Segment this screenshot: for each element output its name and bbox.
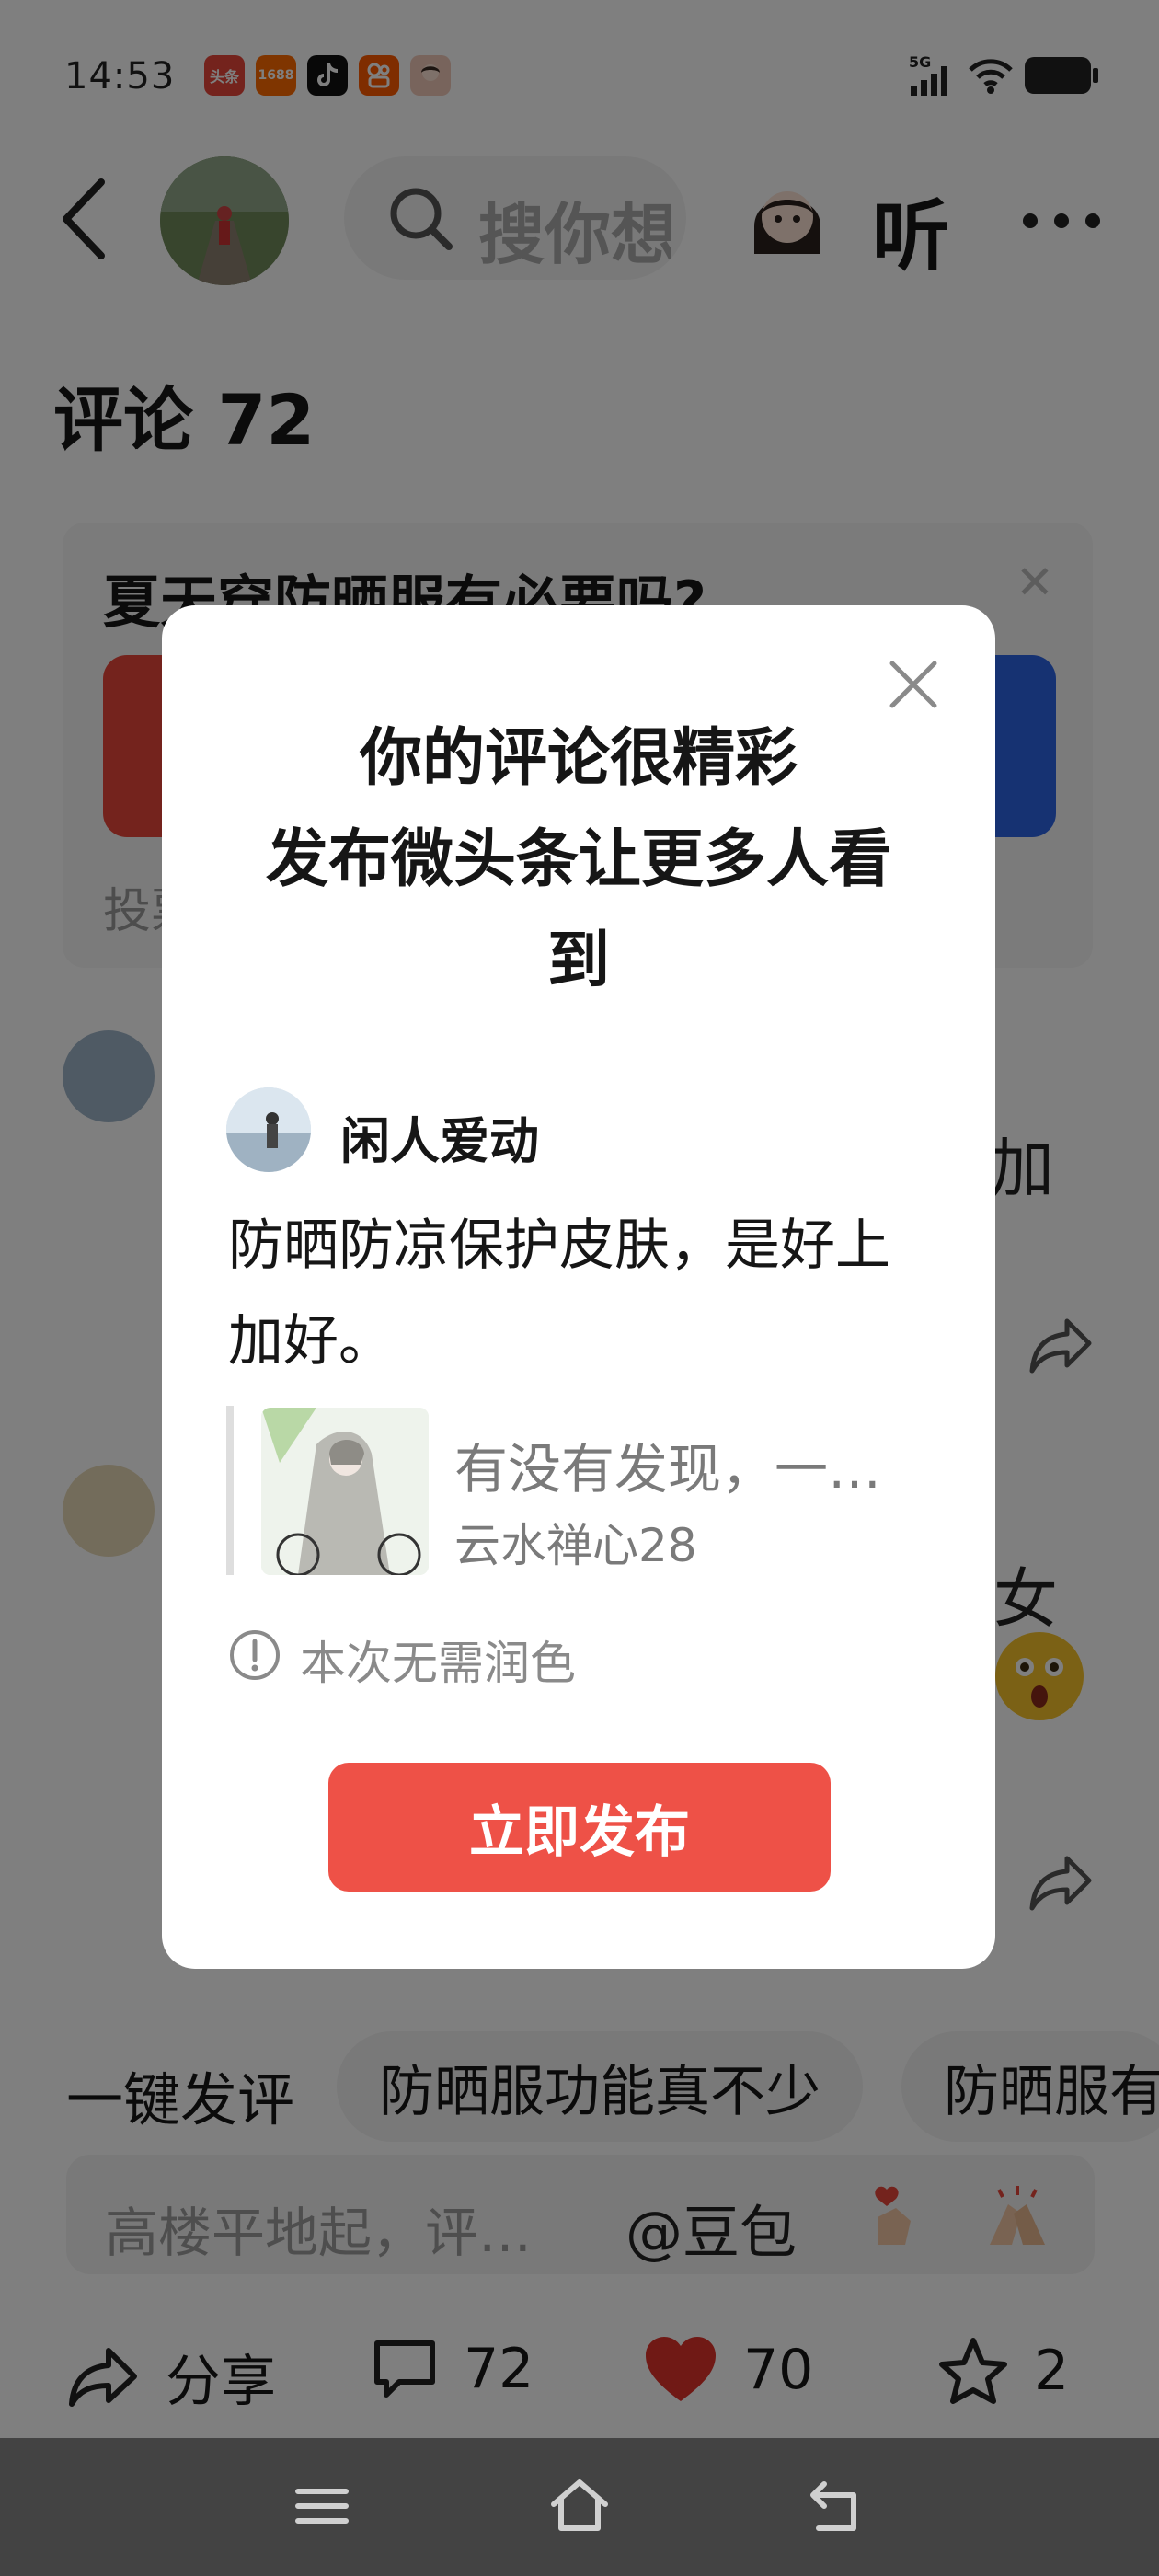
modal-title: 你的评论很精彩 发布微头条让更多人看 到: [162, 708, 995, 1012]
info-icon: [230, 1630, 280, 1680]
modal-username: 闲人爱动: [340, 1112, 539, 1170]
modal-close-icon[interactable]: [887, 658, 940, 711]
back-nav-icon[interactable]: [808, 2478, 866, 2534]
modal-title-line: 你的评论很精彩: [359, 722, 798, 795]
quoted-article-thumbnail: [261, 1408, 429, 1575]
quoted-article-text: 有没有发现，一…: [454, 1438, 882, 1501]
home-nav-icon[interactable]: [548, 2477, 611, 2536]
quoted-article-author: 云水禅心28: [454, 1519, 697, 1572]
modal-title-line: 发布微头条让更多人看: [265, 823, 891, 896]
modal-title-line: 到: [546, 925, 610, 997]
quote-bar: [226, 1406, 234, 1575]
modal-comment-text: 防晒防凉保护皮肤，是好上加好。: [228, 1213, 890, 1374]
publish-button[interactable]: 立即发布: [328, 1763, 831, 1892]
user-avatar: [226, 1087, 311, 1172]
polish-note: 本次无需润色: [300, 1637, 576, 1690]
menu-nav-icon[interactable]: [294, 2478, 350, 2534]
